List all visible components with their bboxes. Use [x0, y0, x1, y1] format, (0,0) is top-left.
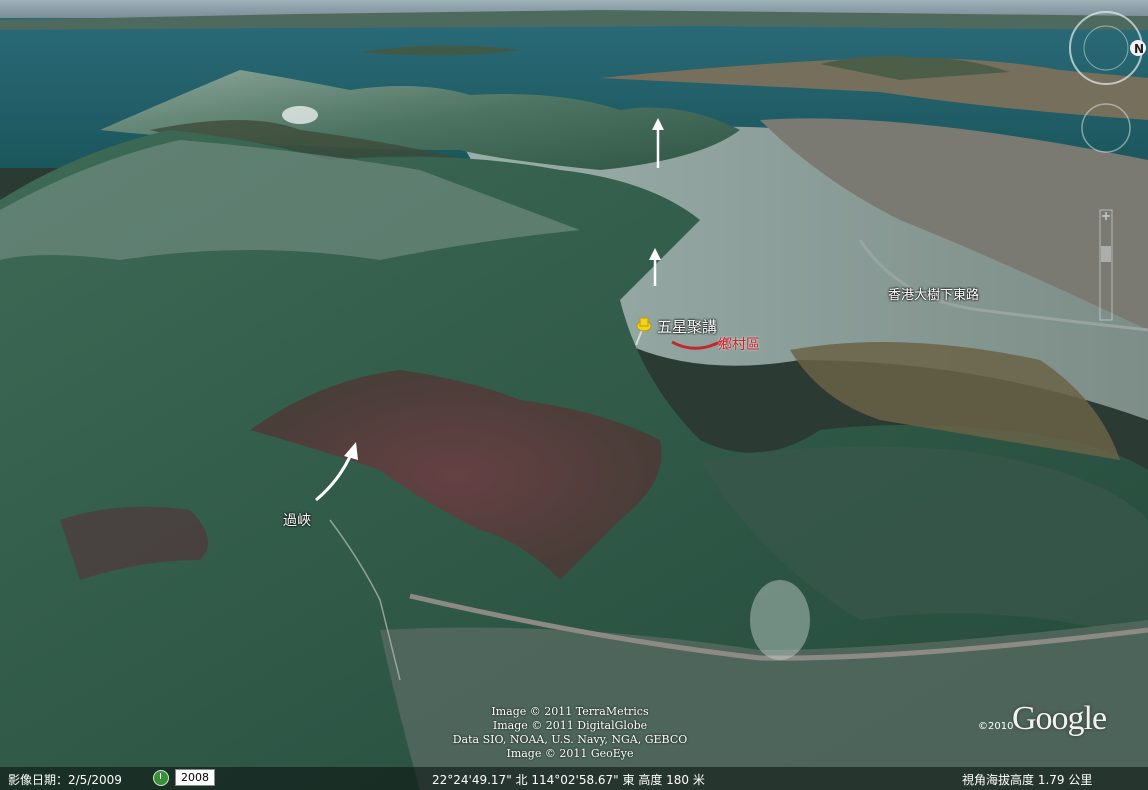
label-pagoda[interactable]: 五星聚講: [657, 316, 717, 337]
terrain-view[interactable]: [0, 0, 1148, 790]
credit-line: Image © 2011 GeoEye: [506, 747, 634, 760]
north-letter: N: [1134, 42, 1144, 56]
zoom-thumb: [1101, 246, 1111, 262]
historical-year-button[interactable]: 2008: [175, 769, 215, 786]
credit-line: Data SIO, NOAA, U.S. Navy, NGA, GEBCO: [452, 733, 688, 746]
historical-imagery-clock-icon[interactable]: [153, 770, 169, 786]
google-year: ©2010: [978, 721, 1014, 732]
imagery-date: 影像日期：2/5/2009: [8, 773, 122, 787]
cloud-small: [282, 106, 318, 124]
imagery-credits: Image © 2011 TerraMetrics Image © 2011 D…: [440, 705, 700, 761]
map-viewport[interactable]: 五星聚講 鄉村區 香港大樹下東路 過峽 Image © 2011 TerraMe…: [0, 0, 1148, 790]
cursor-coordinates: 22°24'49.17" 北 114°02'58.67" 東 高度 180 米: [432, 773, 705, 787]
navigation-controls[interactable]: N: [1066, 10, 1146, 330]
eye-altitude: 視角海拔高度 1.79 公里: [962, 773, 1093, 787]
zoom-in-icon: [1102, 212, 1110, 220]
label-pass[interactable]: 過峽: [283, 510, 311, 530]
google-logo: Google: [1012, 700, 1107, 737]
status-bar: 影像日期：2/5/2009 2008 22°24'49.17" 北 114°02…: [0, 767, 1148, 790]
label-road[interactable]: 香港大樹下東路: [888, 284, 979, 303]
zoom-slider: [1099, 209, 1113, 321]
look-joystick-icon: [1081, 103, 1131, 153]
label-village[interactable]: 鄉村區: [718, 334, 760, 354]
cloud-foreground: [750, 580, 810, 660]
credit-line: Image © 2011 DigitalGlobe: [492, 719, 648, 732]
credit-line: Image © 2011 TerraMetrics: [491, 705, 649, 718]
